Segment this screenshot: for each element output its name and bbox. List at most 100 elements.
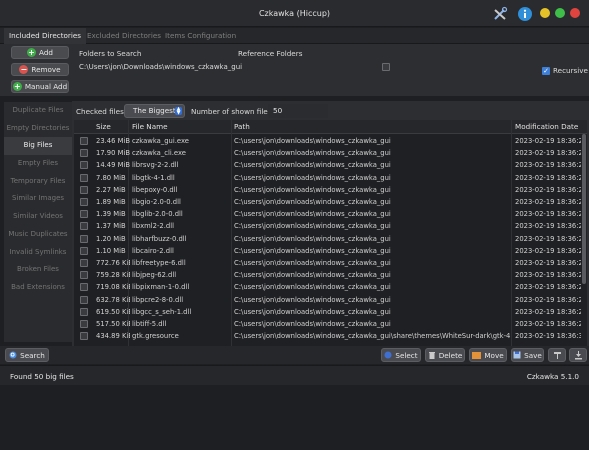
cell-size: 772.76 KiB — [96, 259, 130, 267]
row-checkbox[interactable] — [80, 161, 88, 170]
delete-button[interactable]: Delete — [425, 348, 465, 362]
table-row[interactable]: 1.37 MiB libxml2-2.dll C:\users\jon\downlo… — [74, 220, 581, 232]
sidebar-item-big-files[interactable]: Big Files — [4, 137, 72, 156]
cell-file-name: czkawka_gui.exe — [132, 137, 189, 145]
table-row[interactable]: 434.89 KiB gtk.gresource C:\users\jon\down… — [74, 330, 581, 342]
table-row[interactable]: 1.20 MiB libharfbuzz-0.dll C:\users\jon\do… — [74, 233, 581, 245]
row-checkbox[interactable] — [80, 149, 88, 158]
results-panel: Checked files The Biggest ▲ ▼ Number of s… — [72, 101, 589, 346]
row-checkbox[interactable] — [80, 234, 88, 243]
tools-icon[interactable] — [492, 6, 508, 22]
trash-icon — [428, 352, 435, 359]
row-checkbox[interactable] — [80, 295, 88, 304]
remove-button[interactable]: − Remove — [11, 63, 69, 76]
table-row[interactable]: 7.80 MiB libgtk-4-1.dll C:\users\jon\downl… — [74, 172, 581, 184]
row-checkbox[interactable] — [80, 210, 88, 219]
sidebar-item-temporary-files[interactable]: Temporary Files — [4, 173, 72, 191]
cell-file-name: czkawka_cli.exe — [132, 149, 186, 158]
cell-path: C:\users\jon\downloads\windows_czkawka_g… — [234, 149, 391, 158]
row-checkbox[interactable] — [80, 246, 88, 255]
cell-file-name: libharfbuzz-0.dll — [132, 234, 187, 243]
table-row[interactable]: 719.08 KiB libpixman-1-0.dll C:\users\jon\… — [74, 281, 581, 293]
save-button[interactable]: Save — [511, 348, 544, 362]
table-scrollbar[interactable] — [582, 134, 586, 346]
table-row[interactable]: 1.39 MiB libglib-2.0-0.dll C:\users\jon\do… — [74, 208, 581, 220]
move-button[interactable]: Move — [469, 348, 507, 362]
sidebar-item-invalid-symlinks[interactable]: Invalid Symlinks — [4, 244, 72, 262]
row-checkbox[interactable] — [80, 320, 88, 328]
cell-modification-date: 2023-02-19 18:36:24 — [515, 246, 581, 255]
table-row[interactable]: 759.28 KiB libjpeg-62.dll C:\users\jon\dow… — [74, 269, 581, 281]
table-row[interactable]: 2.27 MiB libepoxy-0.dll C:\users\jon\downl… — [74, 184, 581, 196]
cell-modification-date: 2023-02-19 18:36:24 — [515, 234, 581, 243]
table-row[interactable]: 1.10 MiB libcairo-2.dll C:\users\jon\downl… — [74, 245, 581, 257]
cell-file-name: libpixman-1-0.dll — [132, 283, 190, 292]
table-row[interactable]: 1.89 MiB libgio-2.0-0.dll C:\users\jon\dow… — [74, 196, 581, 208]
table-row[interactable]: 619.50 KiB libgcc_s_seh-1.dll C:\users\jon… — [74, 306, 581, 318]
row-checkbox[interactable] — [80, 198, 88, 206]
column-size[interactable]: Size — [96, 120, 111, 134]
recursive-toggle[interactable]: ✓ Recursive — [542, 66, 588, 75]
table-row[interactable]: 14.49 MiB librsvg-2-2.dll C:\users\jon\dow… — [74, 159, 581, 171]
row-checkbox[interactable] — [80, 173, 88, 182]
status-bar: Found 50 big files Czkawka 5.1.0 — [0, 365, 589, 385]
cell-modification-date: 2023-02-19 18:36:22 — [515, 149, 581, 158]
table-row[interactable]: 772.76 KiB libfreetype-6.dll C:\users\jon\… — [74, 257, 581, 269]
sidebar-item-duplicate-files[interactable]: Duplicate Files — [4, 102, 72, 120]
minimize-button[interactable] — [540, 8, 550, 18]
scrollbar-thumb[interactable] — [582, 134, 586, 284]
sidebar-item-similar-videos[interactable]: Similar Videos — [4, 208, 72, 226]
row-checkbox[interactable] — [80, 222, 88, 231]
cell-size: 719.08 KiB — [96, 283, 130, 292]
sidebar-item-empty-directories[interactable]: Empty Directories — [4, 120, 72, 138]
select-label: Select — [395, 350, 418, 360]
tab-items-configuration[interactable]: Items Configuration — [160, 28, 241, 44]
table-row[interactable]: 632.78 KiB libpcre2-8-0.dll C:\users\jon\d… — [74, 294, 581, 306]
search-button[interactable]: Search — [5, 348, 49, 362]
shown-files-input[interactable]: 50 — [268, 104, 328, 118]
sidebar-item-music-duplicates[interactable]: Music Duplicates — [4, 226, 72, 244]
add-button[interactable]: + Add — [11, 46, 69, 59]
show-preview-button[interactable] — [548, 348, 566, 362]
row-checkbox[interactable] — [80, 185, 88, 194]
tab-included-directories[interactable]: Included Directories — [4, 28, 87, 44]
row-checkbox[interactable] — [80, 332, 88, 341]
select-button[interactable]: Select — [381, 348, 421, 362]
cell-size: 434.89 KiB — [96, 332, 130, 341]
info-icon[interactable] — [517, 6, 533, 22]
biggest-smallest-dropdown[interactable]: The Biggest ▲ ▼ — [124, 104, 185, 118]
column-path[interactable]: Path — [234, 120, 250, 134]
sidebar-item-broken-files[interactable]: Broken Files — [4, 261, 72, 279]
manual-add-label: Manual Add — [24, 82, 68, 91]
row-checkbox[interactable] — [80, 307, 88, 316]
hide-text-view-button[interactable] — [569, 348, 587, 362]
cell-modification-date: 2023-02-19 18:36:28 — [515, 320, 581, 328]
folders-to-search-header: Folders to Search — [79, 49, 142, 58]
table-row[interactable]: 17.90 MiB czkawka_cli.exe C:\users\jon\dow… — [74, 147, 581, 159]
recursive-checkbox[interactable]: ✓ — [542, 66, 550, 75]
row-checkbox[interactable] — [80, 137, 88, 145]
table-row[interactable]: 23.46 MiB czkawka_gui.exe C:\users\jon\dow… — [74, 135, 581, 147]
reference-folder-checkbox[interactable] — [382, 63, 390, 71]
search-label: Search — [20, 350, 45, 360]
cell-size: 1.10 MiB — [96, 246, 126, 255]
row-checkbox[interactable] — [80, 259, 88, 267]
table-row[interactable]: 517.50 KiB libtiff-5.dll C:\users\jon\down… — [74, 318, 581, 330]
folder-path[interactable]: C:\Users\jon\Downloads\windows_czkawka_g… — [79, 63, 242, 71]
sidebar-item-bad-extensions[interactable]: Bad Extensions — [4, 279, 72, 297]
manual-add-button[interactable]: + Manual Add — [11, 80, 69, 93]
close-button[interactable] — [570, 8, 580, 18]
tab-excluded-directories[interactable]: Excluded Directories — [82, 28, 166, 44]
maximize-button[interactable] — [555, 8, 565, 18]
column-modification-date[interactable]: Modification Date — [515, 120, 578, 134]
column-file-name[interactable]: File Name — [132, 120, 168, 134]
sidebar-item-empty-files[interactable]: Empty Files — [4, 155, 72, 173]
row-checkbox[interactable] — [80, 271, 88, 280]
cell-file-name: libepoxy-0.dll — [132, 185, 178, 194]
sidebar-item-similar-images[interactable]: Similar Images — [4, 190, 72, 208]
cell-file-name: libfreetype-6.dll — [132, 259, 186, 267]
cell-modification-date: 2023-02-19 18:36:26 — [515, 173, 581, 182]
checked-files-label: Checked files — [76, 107, 124, 116]
cell-path: C:\users\jon\downloads\windows_czkawka_g… — [234, 246, 391, 255]
row-checkbox[interactable] — [80, 283, 88, 292]
